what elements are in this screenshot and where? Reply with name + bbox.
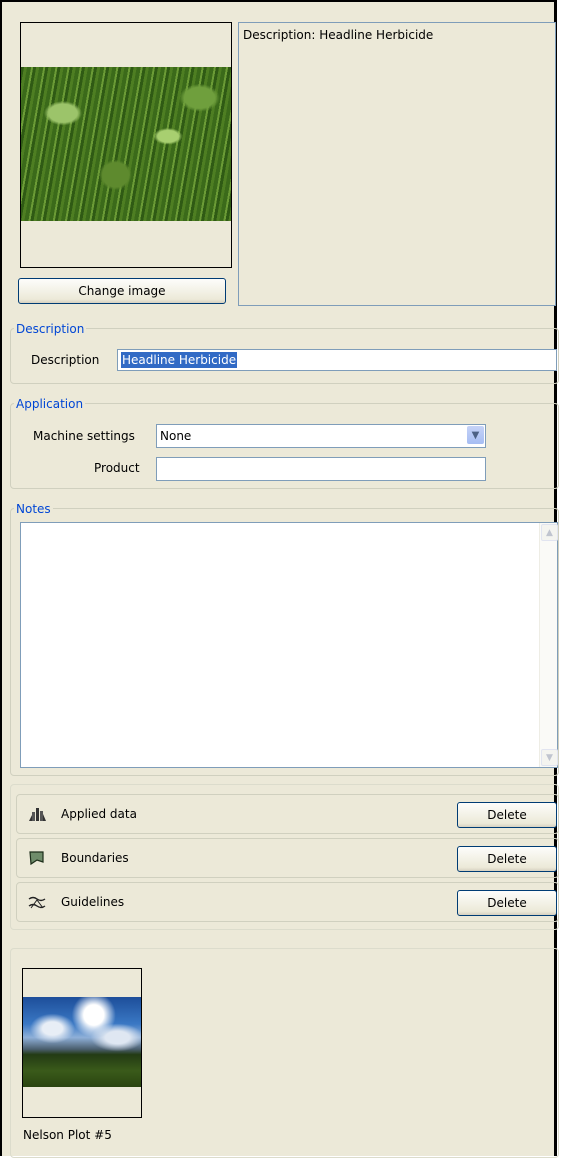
- product-label: Product: [94, 461, 140, 475]
- machine-settings-label: Machine settings: [33, 429, 135, 443]
- applied-data-icon: [29, 808, 46, 821]
- data-row-applied: Applied data Delete: [16, 794, 559, 834]
- guidelines-icon: [28, 896, 46, 909]
- notes-textarea[interactable]: ▲ ▼: [20, 522, 558, 768]
- description-label: Description: [31, 353, 100, 367]
- thumbnail-photo: [23, 997, 141, 1087]
- product-input[interactable]: [156, 457, 486, 481]
- field-image-frame: [20, 22, 232, 268]
- gallery-item-caption: Nelson Plot #5: [23, 1128, 112, 1142]
- description-input[interactable]: Headline Herbicide: [117, 349, 557, 371]
- notes-scrollbar[interactable]: ▲ ▼: [539, 523, 558, 767]
- delete-boundaries-button[interactable]: Delete: [457, 846, 557, 872]
- data-row-guidelines: Guidelines Delete: [16, 882, 559, 922]
- machine-settings-value: None: [160, 429, 192, 443]
- delete-guidelines-button[interactable]: Delete: [457, 890, 557, 916]
- chevron-down-icon[interactable]: ▼: [467, 426, 484, 444]
- properties-panel: Change image Description: Headline Herbi…: [0, 0, 559, 1158]
- description-preview-text: Description: Headline Herbicide: [243, 28, 434, 42]
- application-legend: Application: [14, 397, 86, 411]
- description-input-value: Headline Herbicide: [121, 352, 238, 368]
- change-image-button[interactable]: Change image: [18, 278, 226, 304]
- gallery-thumbnail[interactable]: [22, 968, 142, 1118]
- delete-applied-data-button[interactable]: Delete: [457, 802, 557, 828]
- description-preview: Description: Headline Herbicide: [238, 22, 556, 306]
- applied-data-label: Applied data: [61, 807, 137, 821]
- field-photo: [21, 67, 231, 221]
- scroll-down-icon[interactable]: ▼: [541, 749, 558, 766]
- boundaries-label: Boundaries: [61, 851, 129, 865]
- machine-settings-dropdown[interactable]: None ▼: [156, 424, 486, 448]
- guidelines-label: Guidelines: [61, 895, 125, 909]
- data-row-boundaries: Boundaries Delete: [16, 838, 559, 878]
- boundaries-icon: [29, 851, 44, 866]
- scroll-up-icon[interactable]: ▲: [541, 524, 558, 541]
- description-legend: Description: [14, 322, 87, 336]
- notes-legend: Notes: [14, 502, 53, 516]
